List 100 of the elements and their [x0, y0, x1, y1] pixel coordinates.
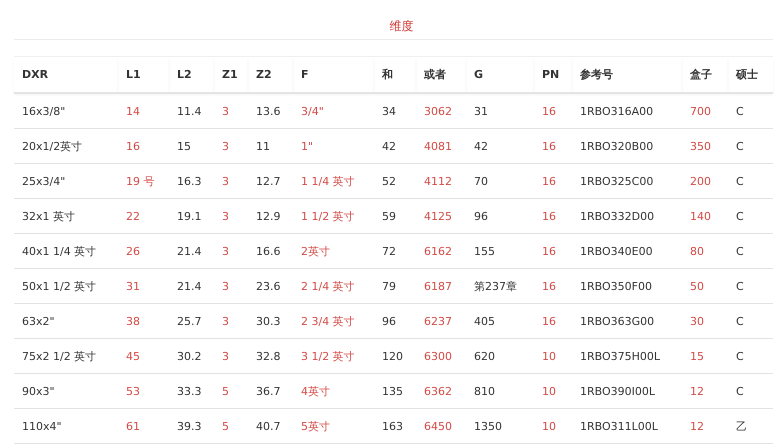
table-cell: 15: [682, 338, 728, 374]
table-cell: 16: [534, 164, 572, 198]
table-cell: 16: [534, 268, 572, 304]
table-cell: C: [728, 338, 773, 374]
table-cell: C: [728, 234, 773, 268]
table-cell: 4英寸: [293, 374, 374, 408]
table-cell: C: [728, 164, 773, 198]
table-cell: 21.4: [169, 234, 214, 268]
table-cell: 16: [534, 198, 572, 234]
table-cell: 30.2: [169, 338, 214, 374]
table-cell: 140: [682, 198, 728, 234]
table-cell: 30: [682, 304, 728, 338]
table-cell: 6362: [416, 374, 466, 408]
column-header: DXR: [14, 56, 118, 93]
table-cell: C: [728, 304, 773, 338]
table-cell: 40.7: [248, 408, 293, 444]
table-cell: 1 1/4 英寸: [293, 164, 374, 198]
table-cell: 16.3: [169, 164, 214, 198]
table-cell: 2 3/4 英寸: [293, 304, 374, 338]
table-cell: 6450: [416, 408, 466, 444]
table-cell: 1 1/2 英寸: [293, 198, 374, 234]
table-cell: 15: [169, 128, 214, 164]
table-cell: 620: [466, 338, 534, 374]
table-cell: 3: [214, 268, 248, 304]
table-cell: 1": [293, 128, 374, 164]
table-cell: C: [728, 128, 773, 164]
table-cell: 5: [214, 374, 248, 408]
table-cell: 4112: [416, 164, 466, 198]
table-cell: 42: [374, 128, 416, 164]
column-header: G: [466, 56, 534, 93]
table-cell: 1RBO350F00: [572, 268, 682, 304]
column-header: Z2: [248, 56, 293, 93]
table-cell: 11.4: [169, 93, 214, 128]
table-cell: 31: [466, 93, 534, 128]
table-cell: 2 1/4 英寸: [293, 268, 374, 304]
table-cell: C: [728, 374, 773, 408]
table-cell: 1RBO325C00: [572, 164, 682, 198]
table-cell: 3: [214, 304, 248, 338]
table-cell: 3/4": [293, 93, 374, 128]
table-cell: 59: [374, 198, 416, 234]
table-cell: 第237章: [466, 268, 534, 304]
table-cell: 30.3: [248, 304, 293, 338]
table-cell: 21.4: [169, 268, 214, 304]
table-cell: 3: [214, 128, 248, 164]
table-cell: 72: [374, 234, 416, 268]
table-cell: 79: [374, 268, 416, 304]
table-cell: 200: [682, 164, 728, 198]
table-cell: 12: [682, 374, 728, 408]
table-cell: 63x2": [14, 304, 118, 338]
table-cell: 36.7: [248, 374, 293, 408]
table-cell: 135: [374, 374, 416, 408]
table-cell: 32x1 英寸: [14, 198, 118, 234]
table-cell: 3 1/2 英寸: [293, 338, 374, 374]
table-cell: 3: [214, 93, 248, 128]
table-cell: 12: [682, 408, 728, 444]
table-cell: 16x3/8": [14, 93, 118, 128]
column-header: Z1: [214, 56, 248, 93]
table-cell: 120: [374, 338, 416, 374]
table-cell: 110x4": [14, 408, 118, 444]
table-cell: 16: [534, 93, 572, 128]
table-cell: 5英寸: [293, 408, 374, 444]
table-cell: 38: [118, 304, 169, 338]
table-cell: 4081: [416, 128, 466, 164]
table-cell: 13.6: [248, 93, 293, 128]
table-title: 维度: [388, 18, 414, 35]
table-cell: 16: [118, 128, 169, 164]
table-cell: 1RBO311L00L: [572, 408, 682, 444]
table-cell: 6187: [416, 268, 466, 304]
table-cell: 96: [374, 304, 416, 338]
table-cell: 70: [466, 164, 534, 198]
table-cell: 96: [466, 198, 534, 234]
table-cell: 3: [214, 234, 248, 268]
column-header: 硕士: [728, 56, 773, 93]
table-cell: 80: [682, 234, 728, 268]
table-cell: 53: [118, 374, 169, 408]
table-cell: 19.1: [169, 198, 214, 234]
column-header: F: [293, 56, 374, 93]
table-cell: 163: [374, 408, 416, 444]
table-cell: 10: [534, 374, 572, 408]
table-cell: 52: [374, 164, 416, 198]
table-cell: 3: [214, 198, 248, 234]
column-header: L2: [169, 56, 214, 93]
table-cell: 16: [534, 128, 572, 164]
table-cell: 26: [118, 234, 169, 268]
table-cell: 12.9: [248, 198, 293, 234]
table-cell: 19 号: [118, 164, 169, 198]
table-cell: 1RBO316A00: [572, 93, 682, 128]
table-cell: 39.3: [169, 408, 214, 444]
table-cell: 16: [534, 234, 572, 268]
table-cell: 810: [466, 374, 534, 408]
column-header: L1: [118, 56, 169, 93]
table-cell: 1RBO390I00L: [572, 374, 682, 408]
table-cell: 22: [118, 198, 169, 234]
table-cell: 16.6: [248, 234, 293, 268]
table-cell: 405: [466, 304, 534, 338]
table-cell: 6162: [416, 234, 466, 268]
table-cell: 20x1/2英寸: [14, 128, 118, 164]
table-cell: C: [728, 93, 773, 128]
column-header: 参考号: [572, 56, 682, 93]
column-header: PN: [534, 56, 572, 93]
